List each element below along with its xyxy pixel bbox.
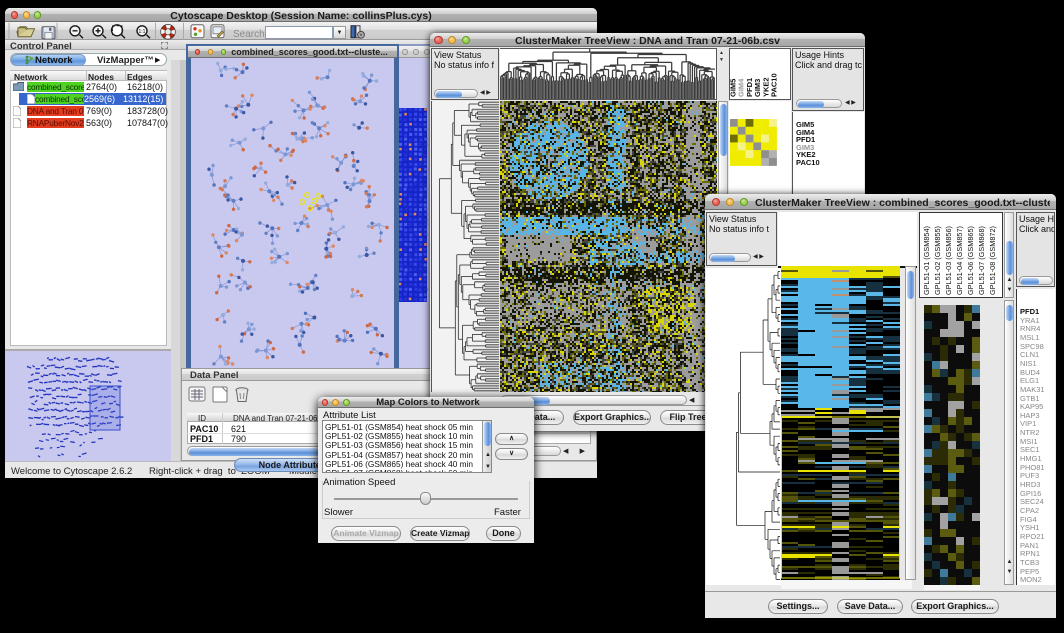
svg-text:GPL51-08 (GSM872): GPL51-08 (GSM872): [988, 226, 997, 295]
svg-text:PAC10: PAC10: [770, 73, 779, 97]
svg-text:GPL51-04 (GSM857): GPL51-04 (GSM857): [955, 226, 964, 295]
svg-text:GPL51-03 (GSM856): GPL51-03 (GSM856): [944, 226, 953, 295]
svg-text:GPL51-06 (GSM865): GPL51-06 (GSM865): [966, 226, 975, 295]
svg-text:GPL51-01 (GSM854): GPL51-01 (GSM854): [922, 226, 931, 295]
svg-text:GPL51-02 (GSM855): GPL51-02 (GSM855): [933, 226, 942, 295]
svg-text:1:1: 1:1: [139, 29, 146, 35]
svg-text:GPL51-07 (GSM868): GPL51-07 (GSM868): [977, 226, 986, 295]
